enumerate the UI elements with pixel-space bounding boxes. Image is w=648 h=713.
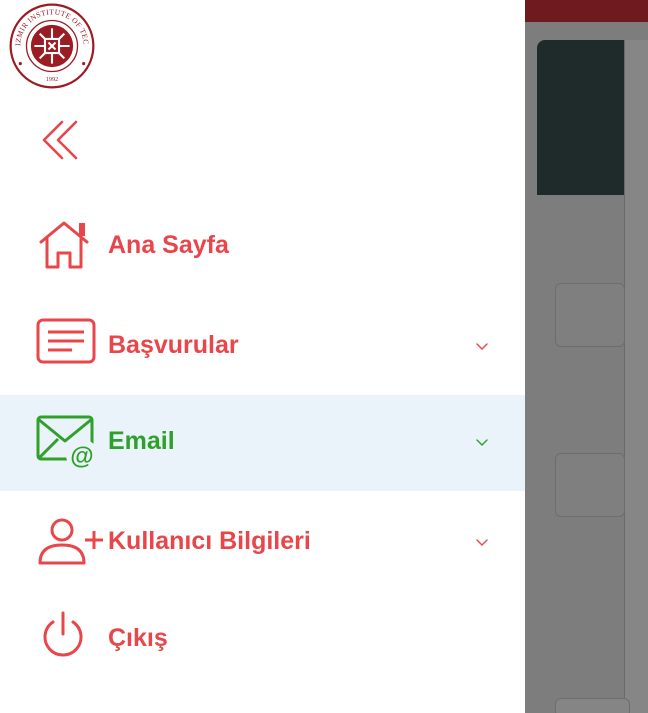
double-chevron-left-icon[interactable] xyxy=(40,118,84,162)
logo-year: 1992 xyxy=(46,77,58,83)
document-icon xyxy=(36,318,96,364)
menu-item-user-info[interactable]: Kullanıcı Bilgileri xyxy=(0,493,525,589)
background-input-field xyxy=(555,283,625,347)
chevron-down-icon xyxy=(476,439,488,446)
background-app xyxy=(525,0,648,713)
menu-label-user-info: Kullanıcı Bilgileri xyxy=(108,527,311,555)
menu-label-applications: Başvurular xyxy=(108,331,239,359)
menu-label-email: Email xyxy=(108,427,175,455)
home-icon xyxy=(39,221,89,269)
menu-label-home: Ana Sayfa xyxy=(108,231,229,259)
menu-item-email[interactable]: @ Email xyxy=(0,395,525,491)
svg-text:@: @ xyxy=(70,443,93,470)
background-dark-card xyxy=(537,40,637,195)
chevron-down-icon xyxy=(476,343,488,350)
email-at-icon: @ xyxy=(36,415,98,471)
background-bottom-field xyxy=(555,698,630,713)
menu-label-logout: Çıkış xyxy=(108,624,168,652)
university-logo: IZMIR INSTITUTE OF TECHNOLOGY 1992 xyxy=(8,2,95,89)
menu-item-applications[interactable]: Başvurular xyxy=(0,298,525,394)
navigation-drawer: IZMIR INSTITUTE OF TECHNOLOGY 1992 Ana S… xyxy=(0,0,525,713)
menu-item-home[interactable]: Ana Sayfa xyxy=(0,198,525,294)
background-input-field xyxy=(555,453,625,517)
user-add-icon xyxy=(38,518,103,565)
power-icon xyxy=(43,611,83,657)
menu-item-logout[interactable]: Çıkış xyxy=(0,588,525,684)
chevron-down-icon xyxy=(476,539,488,546)
background-panel-edge xyxy=(624,40,648,713)
background-header-bar xyxy=(525,0,648,22)
